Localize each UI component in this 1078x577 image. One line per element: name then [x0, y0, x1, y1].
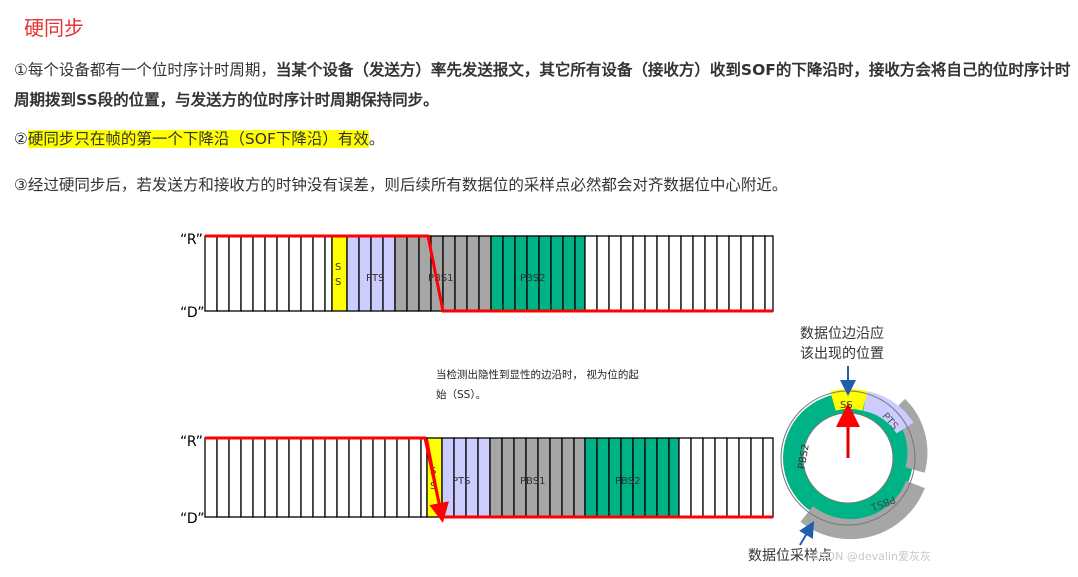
edge-position-label-1: 数据位边沿应	[800, 325, 884, 342]
watermark: CSDN @devalin爱灰灰	[812, 549, 931, 563]
ss-label-top-2: S	[335, 277, 341, 288]
bit-segment-ring: SS PTS PBS1 PBS2	[780, 388, 928, 540]
pbs2-label-top: PBS2	[520, 273, 545, 284]
sample-point-arrow	[799, 521, 815, 546]
cells-bottom	[204, 437, 774, 518]
caption-line-1: 当检测出隐性到显性的边沿时， 视为位的起	[436, 368, 639, 381]
pts-label-top: PTS	[366, 273, 385, 284]
level-r-label-top: “R”	[180, 232, 203, 248]
pts-label-bottom: PTS	[452, 476, 471, 487]
ss-label-top: S	[335, 262, 341, 273]
cells-top	[204, 235, 774, 312]
level-d-label-bottom: “D”	[180, 511, 204, 527]
level-r-label-bottom: “R”	[180, 434, 203, 450]
edge-position-label-2: 该出现的位置	[800, 346, 884, 362]
ring-ss-label: SS	[840, 400, 853, 411]
bit-timing-row-bottom: “R” “D” S S PTS PBS1 PBS2	[180, 434, 774, 527]
caption-line-2: 始（SS）。	[436, 388, 486, 401]
pbs1-label-bottom: PBS1	[520, 476, 545, 487]
hard-sync-diagram: “R” “D” S S PTS PBS1 PBS2 当检测出隐性到显性的边沿时，…	[180, 232, 931, 564]
level-d-label-top: “D”	[180, 305, 204, 321]
pbs2-label-bottom: PBS2	[615, 476, 640, 487]
bit-timing-row-top: “R” “D” S S PTS PBS1 PBS2	[180, 232, 774, 321]
pbs1-label-top: PBS1	[428, 273, 453, 284]
